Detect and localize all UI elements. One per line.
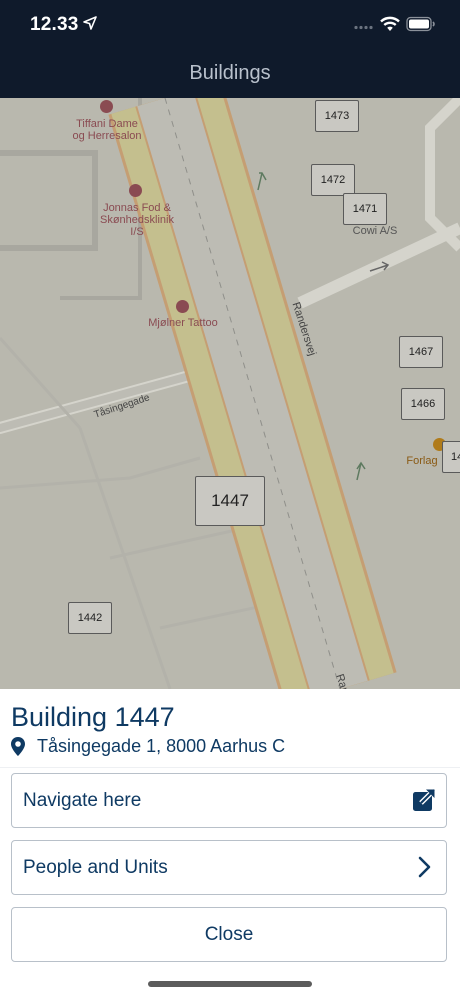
external-link-icon (413, 788, 436, 811)
location-pin-icon (11, 736, 25, 756)
map-view[interactable]: Tiffani Dame og Herresalon Jonnas Fod & … (0, 98, 460, 689)
poi-label: Cowi A/S (352, 225, 398, 237)
home-indicator (148, 981, 312, 987)
close-label: Close (204, 924, 254, 945)
wifi-icon (380, 16, 400, 31)
building-sheet: Building 1447 Tåsingegade 1, 8000 Aarhus… (0, 689, 460, 996)
poi-label: Tiffani Dame og Herresalon (72, 118, 142, 142)
close-button[interactable]: Close (11, 907, 447, 962)
divider (0, 767, 460, 768)
location-arrow-icon (83, 16, 97, 30)
building-marker[interactable]: 1471 (343, 193, 387, 225)
navigate-label: Navigate here (23, 790, 142, 811)
top-bar: 12.33 Buildings (0, 0, 460, 98)
page-title: Buildings (189, 62, 271, 84)
building-marker[interactable]: 1466 (401, 388, 445, 420)
building-marker-selected[interactable]: 1447 (195, 476, 265, 526)
status-time: 12.33 (30, 14, 79, 35)
people-and-units-button[interactable]: People and Units (11, 840, 447, 895)
address-row: Tåsingegade 1, 8000 Aarhus C (11, 735, 285, 757)
building-marker[interactable]: 1442 (68, 602, 112, 634)
building-marker[interactable]: 14 (442, 441, 460, 473)
building-marker[interactable]: 1472 (311, 164, 355, 196)
building-marker[interactable]: 1467 (399, 336, 443, 368)
navigate-here-button[interactable]: Navigate here (11, 773, 447, 828)
chevron-right-icon (418, 856, 431, 878)
poi-icon (176, 300, 189, 313)
signal-icon (354, 25, 373, 30)
poi-icon (100, 100, 113, 113)
poi-icon (129, 184, 142, 197)
address-text: Tåsingegade 1, 8000 Aarhus C (37, 735, 286, 756)
poi-label: Forlag (406, 455, 438, 467)
building-title: Building 1447 (11, 702, 175, 732)
building-marker[interactable]: 1473 (315, 100, 359, 132)
poi-label: Jonnas Fod & Skønhedsklinik I/S (100, 202, 174, 238)
people-label: People and Units (23, 857, 168, 878)
poi-label: Mjølner Tattoo (148, 317, 218, 329)
battery-icon (406, 16, 435, 32)
map-streets (0, 98, 460, 689)
